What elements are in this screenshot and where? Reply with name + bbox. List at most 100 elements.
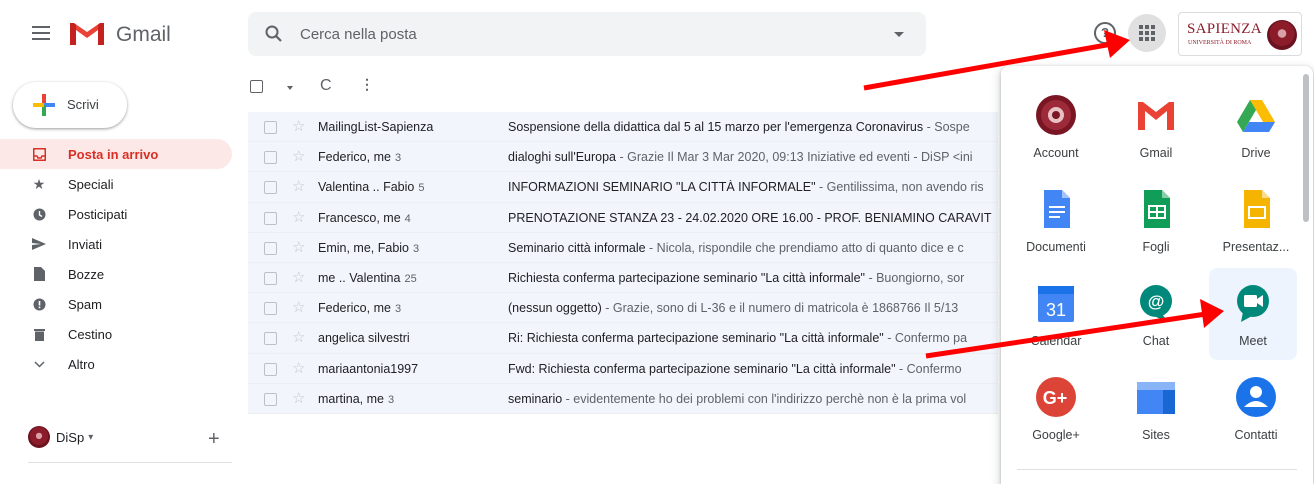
- row-checkbox[interactable]: [264, 181, 277, 195]
- email-snippet: - Nicola, rispondile che prendiamo atto …: [645, 240, 964, 255]
- app-label: Account: [1033, 146, 1079, 160]
- table-row[interactable]: ☆ mariaantonia1997 Fwd: Richiesta confer…: [248, 353, 998, 384]
- email-sender: Francesco, me 4: [318, 210, 411, 225]
- avatar[interactable]: [1267, 20, 1297, 50]
- app-gmail[interactable]: Gmail: [1115, 80, 1197, 172]
- search-icon[interactable]: [264, 24, 284, 44]
- trash-icon: [32, 327, 46, 341]
- sidebar-item-spam[interactable]: Spam: [0, 289, 232, 319]
- svg-text:G+: G+: [1043, 388, 1068, 408]
- star-icon[interactable]: ☆: [292, 147, 305, 165]
- row-checkbox[interactable]: [264, 271, 277, 285]
- table-row[interactable]: ☆ angelica silvestri Ri: Richiesta confe…: [248, 323, 998, 354]
- account-seal-icon: [1036, 95, 1076, 135]
- app-slides[interactable]: Presentaz...: [1215, 174, 1297, 266]
- email-snippet: - Confermo pa: [883, 331, 968, 346]
- chevron-down-icon[interactable]: ▾: [88, 432, 93, 443]
- table-row[interactable]: ☆ Federico, me 3 (nessun oggetto) - Grazi…: [248, 293, 998, 324]
- star-icon[interactable]: ☆: [292, 177, 305, 195]
- row-checkbox[interactable]: [264, 151, 277, 165]
- row-checkbox[interactable]: [264, 332, 277, 346]
- table-row[interactable]: ☆ Valentina .. Fabio 5 INFORMAZIONI SEMIN…: [248, 172, 998, 203]
- email-subject: Sospensione della didattica dal 5 al 15 …: [508, 120, 970, 134]
- compose-label: Scrivi: [67, 97, 99, 112]
- sidebar-item-drafts[interactable]: Bozze: [0, 259, 232, 289]
- sidebar-item-more[interactable]: Altro: [0, 349, 232, 379]
- email-subject: INFORMAZIONI SEMINARIO "LA CITTÀ INFORMA…: [508, 180, 984, 195]
- email-subject: PRENOTAZIONE STANZA 23 - 24.02.2020 ORE …: [508, 210, 992, 225]
- app-chat[interactable]: @ Chat: [1115, 268, 1197, 360]
- help-icon[interactable]: ?: [1094, 22, 1116, 44]
- app-label: Presentaz...: [1222, 240, 1290, 254]
- main-menu-icon[interactable]: [32, 26, 50, 40]
- sidebar-item-inbox[interactable]: Posta in arrivo: [0, 139, 232, 169]
- compose-button[interactable]: Scrivi: [13, 82, 127, 128]
- app-sheets[interactable]: Fogli: [1115, 174, 1197, 266]
- hangouts-account[interactable]: DiSp ▾: [28, 426, 93, 448]
- more-options-icon[interactable]: ⋮: [360, 76, 374, 93]
- star-icon[interactable]: ☆: [292, 117, 305, 135]
- app-label: Chat: [1142, 334, 1170, 348]
- app-label: Google+: [1032, 428, 1080, 442]
- sidebar-item-label: Posta in arrivo: [68, 146, 159, 162]
- table-row[interactable]: ☆ Francesco, me 4 PRENOTAZIONE STANZA 23 …: [248, 202, 998, 233]
- app-label: Drive: [1241, 146, 1271, 160]
- app-drive[interactable]: Drive: [1215, 80, 1297, 172]
- search-input[interactable]: Cerca nella posta: [300, 26, 417, 43]
- email-snippet: - evidentemente ho dei problemi con l'in…: [562, 391, 967, 406]
- panel-scrollbar[interactable]: [1303, 74, 1309, 222]
- top-bar: Gmail Cerca nella posta ? SAPIENZA UNIVE…: [0, 0, 1314, 66]
- org-logo-subtitle: UNIVERSITÀ DI ROMA: [1188, 40, 1252, 46]
- email-snippet: - Buongiorno, sor: [864, 270, 965, 285]
- app-account[interactable]: Account: [1015, 80, 1097, 172]
- send-icon: [32, 237, 46, 251]
- row-checkbox[interactable]: [264, 362, 277, 376]
- chevron-down-icon: [32, 357, 46, 371]
- app-calendar[interactable]: 31 Calendar: [1015, 268, 1097, 360]
- row-checkbox[interactable]: [264, 211, 277, 225]
- sidebar-item-starred[interactable]: ★ Speciali: [0, 169, 232, 199]
- refresh-icon[interactable]: C: [320, 77, 332, 95]
- star-icon[interactable]: ☆: [292, 238, 305, 256]
- star-icon[interactable]: ☆: [292, 389, 305, 407]
- star-icon[interactable]: ☆: [292, 328, 305, 346]
- sidebar-item-snoozed[interactable]: Posticipati: [0, 199, 232, 229]
- email-sender: angelica silvestri: [318, 331, 410, 346]
- inbox-icon: [32, 147, 46, 161]
- app-label: Documenti: [1026, 240, 1086, 254]
- app-sites[interactable]: Sites: [1115, 362, 1197, 454]
- row-checkbox[interactable]: [264, 241, 277, 255]
- select-dropdown-icon[interactable]: [287, 86, 293, 90]
- sidebar-item-trash[interactable]: Cestino: [0, 319, 232, 349]
- chat-icon: @: [1140, 285, 1172, 322]
- table-row[interactable]: ☆ me .. Valentina 25 Richiesta conferma p…: [248, 262, 998, 294]
- app-contacts[interactable]: Contatti: [1215, 362, 1297, 454]
- row-checkbox[interactable]: [264, 121, 277, 134]
- table-row[interactable]: ☆ Emin, me, Fabio 3 Seminario città infor…: [248, 232, 998, 263]
- table-row[interactable]: ☆ martina, me 3 seminario - evidentemente…: [248, 383, 998, 414]
- calendar-day: 31: [1046, 300, 1066, 320]
- star-icon[interactable]: ☆: [292, 359, 305, 377]
- add-contact-button[interactable]: +: [208, 428, 220, 451]
- app-label: Sites: [1142, 428, 1170, 442]
- app-meet[interactable]: Meet: [1209, 268, 1297, 360]
- sidebar-item-sent[interactable]: Inviati: [0, 229, 232, 259]
- account-button[interactable]: SAPIENZA UNIVERSITÀ DI ROMA: [1178, 12, 1302, 56]
- star-icon[interactable]: ☆: [292, 268, 305, 286]
- search-options-icon[interactable]: [894, 32, 904, 37]
- table-row[interactable]: ☆ MailingList-Sapienza Sospensione della…: [248, 112, 998, 143]
- draft-icon: [32, 267, 46, 281]
- calendar-icon: 31: [1038, 286, 1074, 322]
- row-checkbox[interactable]: [264, 302, 277, 316]
- app-google-plus[interactable]: G+ Google+: [1015, 362, 1097, 454]
- search-bar[interactable]: Cerca nella posta: [248, 12, 926, 56]
- google-apps-button[interactable]: [1128, 14, 1166, 52]
- table-row[interactable]: ☆ Federico, me 3 dialoghi sull'Europa - G…: [248, 142, 998, 173]
- select-all-checkbox[interactable]: [250, 80, 263, 93]
- star-icon[interactable]: ☆: [292, 298, 305, 316]
- app-docs[interactable]: Documenti: [1015, 174, 1097, 266]
- star-icon[interactable]: ☆: [292, 208, 305, 226]
- app-title[interactable]: Gmail: [116, 23, 171, 47]
- row-checkbox[interactable]: [264, 392, 277, 406]
- gmail-logo-icon[interactable]: [68, 19, 106, 47]
